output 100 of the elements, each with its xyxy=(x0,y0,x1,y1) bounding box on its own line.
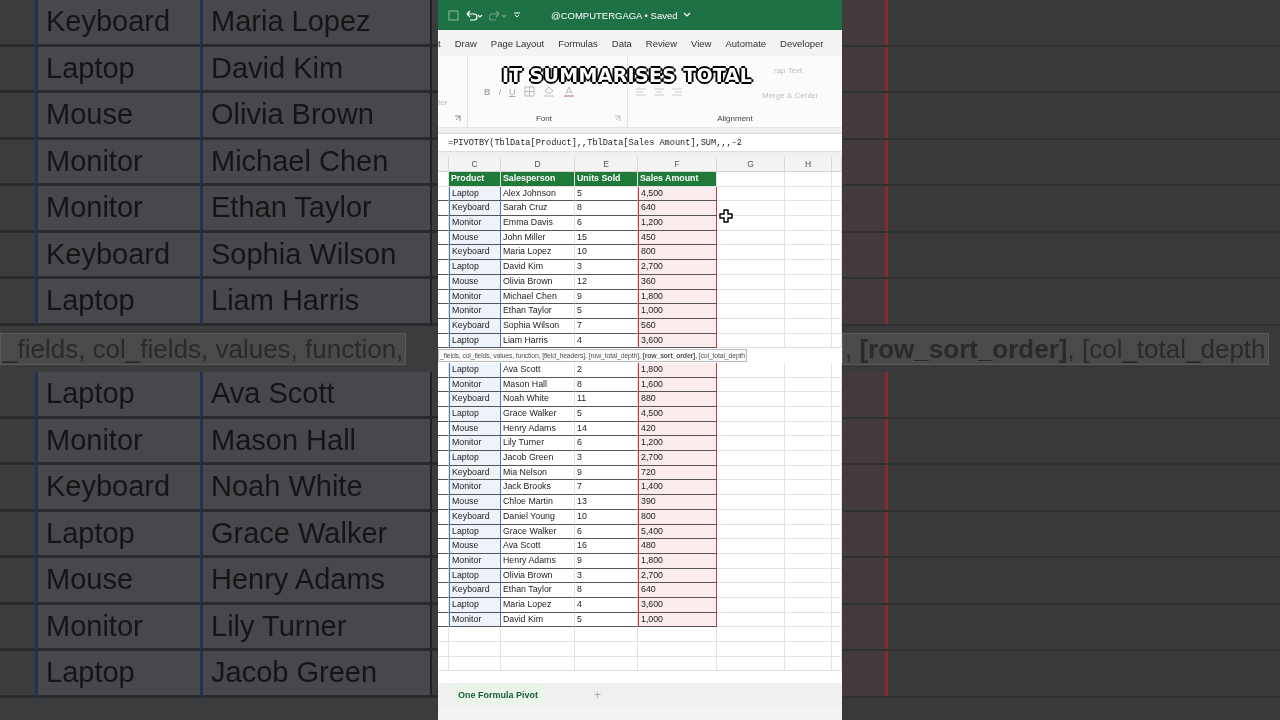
table-cell: 450 xyxy=(638,230,717,246)
table-cell: Ava Scott xyxy=(501,539,575,554)
table-cell: 13 xyxy=(575,495,638,510)
table-cell: Monitor xyxy=(449,553,501,569)
table-cell: 11 xyxy=(575,392,638,407)
table-cell: Noah White xyxy=(501,392,575,407)
table-cell: 4 xyxy=(575,597,638,613)
table-cell: 5 xyxy=(575,612,638,628)
column-header[interactable]: D xyxy=(501,157,575,171)
table-cell: Monitor xyxy=(449,377,501,393)
document-title: @COMPUTERGAGA • Saved xyxy=(551,9,678,21)
table-cell: 6 xyxy=(575,436,638,452)
table-cell: 9 xyxy=(575,465,638,481)
table-cell: Monitor xyxy=(449,304,501,319)
table-cell: 800 xyxy=(638,509,717,525)
column-header[interactable]: H xyxy=(785,157,832,171)
table-cell: Keyboard xyxy=(35,232,200,279)
table-cell: Alex Johnson xyxy=(501,186,575,202)
table-cell: Laptop xyxy=(35,511,200,558)
table-cell: Maria Lopez xyxy=(501,245,575,261)
table-cell: Laptop xyxy=(449,407,501,422)
column-header[interactable]: C xyxy=(449,157,501,171)
table-cell: 7 xyxy=(575,480,638,496)
ribbon-tab[interactable]: Review xyxy=(638,37,684,49)
table-cell: 12 xyxy=(575,274,638,290)
table-cell: 3,600 xyxy=(638,333,717,349)
table-cell: Emma Davis xyxy=(501,216,575,231)
table-cell: Mouse xyxy=(449,421,501,437)
table-cell: Henry Adams xyxy=(501,421,575,437)
table-cell: John Miller xyxy=(501,230,575,246)
table-cell: 6 xyxy=(575,524,638,540)
ribbon-tab[interactable]: Formulas xyxy=(551,37,605,49)
table-cell: Laptop xyxy=(35,372,200,419)
table-cell: Keyboard xyxy=(449,245,501,261)
sheet-tab[interactable]: One Formula Pivot xyxy=(452,685,544,705)
table-cell: Laptop xyxy=(449,451,501,466)
ribbon-tab[interactable]: Data xyxy=(604,37,639,49)
table-cell: 1,800 xyxy=(638,362,717,378)
group-label: Alignment xyxy=(716,114,754,123)
table-cell: Ava Scott xyxy=(200,372,430,419)
ribbon-tab[interactable]: Draw xyxy=(447,37,484,49)
table-cell: 1,800 xyxy=(638,553,717,569)
table-cell: Ava Scott xyxy=(501,362,575,378)
table-cell: Grace Walker xyxy=(501,524,575,540)
table-cell: Keyboard xyxy=(35,0,200,47)
table-cell: Laptop xyxy=(449,260,501,275)
table-cell: Sophia Wilson xyxy=(501,318,575,334)
table-cell: Mia Nelson xyxy=(501,465,575,481)
table-cell: Mouse xyxy=(35,558,200,605)
table-cell: Michael Chen xyxy=(200,139,430,186)
column-header[interactable]: E xyxy=(575,157,638,171)
table-cell: 5 xyxy=(575,186,638,202)
formula-bar[interactable]: =PIVOTBY(TblData[Product],,TblData[Sales Amount],SUM,,,-2 xyxy=(438,133,842,152)
table-cell: 3 xyxy=(575,260,638,275)
table-cell: Monitor xyxy=(35,139,200,186)
table-cell: Lily Turner xyxy=(501,436,575,452)
column-header[interactable]: F xyxy=(638,157,717,171)
table-cell: 4,500 xyxy=(638,186,717,202)
table-cell: 2,700 xyxy=(638,260,717,275)
table-cell: Keyboard xyxy=(35,465,200,512)
table-cell: 480 xyxy=(638,539,717,554)
table-cell: Mason Hall xyxy=(501,377,575,393)
table-cell: 3 xyxy=(575,568,638,584)
table-cell: Monitor xyxy=(35,418,200,465)
ribbon-tab[interactable]: t xyxy=(438,37,448,49)
table-cell: 360 xyxy=(638,274,717,290)
table-cell: Sarah Cruz xyxy=(501,201,575,217)
table-cell: 10 xyxy=(575,245,638,261)
table-cell: Jacob Green xyxy=(501,451,575,466)
table-cell: Liam Harris xyxy=(200,279,430,326)
ribbon-tab[interactable]: Page Layout xyxy=(483,37,552,49)
ribbon-tab[interactable]: View xyxy=(684,37,719,49)
table-cell: 640 xyxy=(638,201,717,217)
ribbon-tab[interactable]: Automate xyxy=(718,37,774,49)
table-cell: 15 xyxy=(575,230,638,246)
table-cell: 1,600 xyxy=(638,377,717,393)
table-cell: Ethan Taylor xyxy=(200,186,430,233)
table-cell: 6 xyxy=(575,216,638,231)
column-header[interactable]: G xyxy=(717,157,785,171)
table-cell: 3,600 xyxy=(638,597,717,613)
table-cell: Liam Harris xyxy=(501,333,575,349)
table-cell: 1,200 xyxy=(638,216,717,231)
table-cell: Keyboard xyxy=(449,201,501,217)
ribbon-tab[interactable]: Developer xyxy=(773,37,831,49)
table-cell: 14 xyxy=(575,421,638,437)
table-cell: Henry Adams xyxy=(501,553,575,569)
table-cell: Jack Brooks xyxy=(501,480,575,496)
table-cell: Monitor xyxy=(449,216,501,231)
table-cell: Laptop xyxy=(449,524,501,540)
table-cell: Olivia Brown xyxy=(501,568,575,584)
table-cell: 4 xyxy=(575,333,638,349)
table-cell: Michael Chen xyxy=(501,289,575,305)
table-cell: 560 xyxy=(638,318,717,334)
table-cell: Jacob Green xyxy=(200,651,430,698)
table-cell: 1,000 xyxy=(638,612,717,628)
table-cell: Keyboard xyxy=(449,509,501,525)
table-cell: Olivia Brown xyxy=(501,274,575,290)
table-cell: 4,500 xyxy=(638,407,717,422)
table-cell: Keyboard xyxy=(449,392,501,407)
table-cell: Monitor xyxy=(449,480,501,496)
